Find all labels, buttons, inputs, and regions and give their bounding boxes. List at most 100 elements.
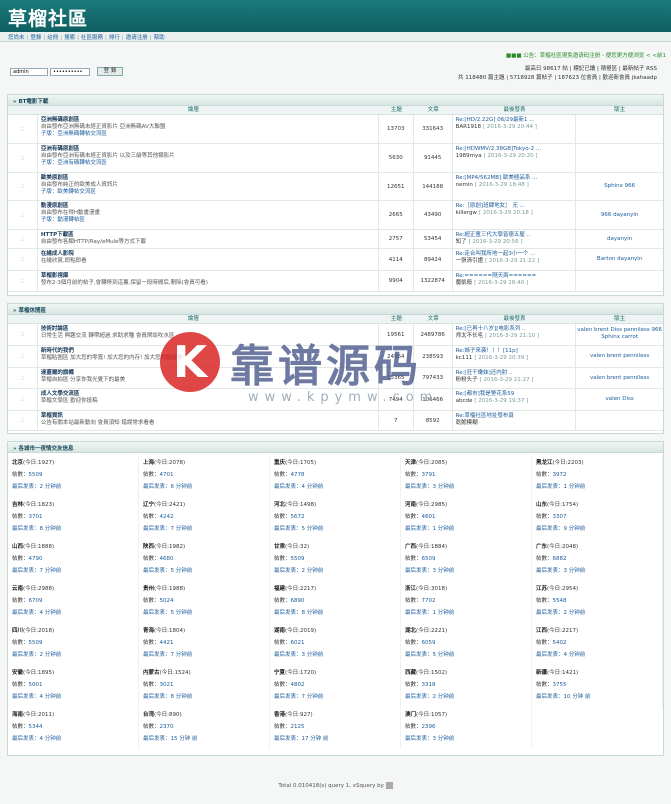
- topics-value[interactable]: 4421: [160, 640, 174, 646]
- last-value[interactable]: 5 分钟前: [171, 568, 193, 574]
- last-value[interactable]: 9 分钟前: [564, 526, 586, 532]
- last-label[interactable]: 最后发表：: [143, 610, 171, 616]
- subforum-link[interactable]: 子版：亞洲無碼轉帖交流區: [41, 131, 375, 138]
- city-name-link[interactable]: 山西: [12, 544, 23, 550]
- last-value[interactable]: 7 分钟前: [302, 694, 324, 700]
- last-label[interactable]: 最后发表：: [143, 568, 171, 574]
- city-name-link[interactable]: 香港: [274, 712, 285, 718]
- city-name-link[interactable]: 上海: [143, 460, 154, 466]
- last-value[interactable]: 4 分钟前: [40, 736, 62, 742]
- moderators[interactable]: 966 dayanyin: [576, 201, 663, 229]
- login-button[interactable]: 登 錄: [97, 67, 123, 76]
- topics-value[interactable]: 3791: [422, 472, 436, 478]
- last-label[interactable]: 最后发表：: [12, 484, 40, 490]
- last-post-link[interactable]: Re:[狂干嫩妹]还内射 ..: [456, 370, 573, 377]
- last-value[interactable]: 15 分钟 前: [171, 736, 198, 742]
- city-name-link[interactable]: 福建: [274, 586, 285, 592]
- last-post-link[interactable]: Re:走合叫我所地一起3小一个 ...: [456, 251, 573, 258]
- nav-item-1[interactable]: 登錄: [30, 35, 41, 41]
- last-label[interactable]: 最后发表：: [536, 610, 564, 616]
- last-post-author[interactable]: killergw: [456, 210, 477, 216]
- last-post-author[interactable]: 乾脆模糊: [456, 420, 478, 426]
- last-label[interactable]: 最后发表：: [405, 736, 433, 742]
- city-name-link[interactable]: 青海: [143, 628, 154, 634]
- city-name-link[interactable]: 河南: [405, 502, 416, 508]
- nav-item-6[interactable]: 邀请注册: [126, 35, 148, 41]
- topics-value[interactable]: 4680: [160, 556, 174, 562]
- last-post-link[interactable]: Re:[已再十八岁][电影系列 ..: [456, 326, 573, 333]
- city-name-link[interactable]: 安徽: [12, 670, 23, 676]
- topics-value[interactable]: 5509: [291, 556, 305, 562]
- last-post-link[interactable]: Re:姊子来袭！！！[11p]: [456, 348, 573, 355]
- topics-value[interactable]: 6021: [291, 640, 305, 646]
- forum-name-link[interactable]: 草榴影視庫: [41, 273, 375, 280]
- last-label[interactable]: 最后发表：: [12, 736, 40, 742]
- last-value[interactable]: 8 分钟前: [40, 526, 62, 532]
- last-label[interactable]: 最后发表：: [536, 694, 564, 700]
- city-name-link[interactable]: 江苏: [536, 586, 547, 592]
- topics-value[interactable]: 4242: [160, 514, 174, 520]
- last-value[interactable]: 10 分钟 前: [564, 694, 591, 700]
- topics-value[interactable]: 6890: [291, 598, 305, 604]
- last-label[interactable]: 最后发表：: [536, 484, 564, 490]
- city-name-link[interactable]: 新疆: [536, 670, 547, 676]
- city-name-link[interactable]: 辽宁: [143, 502, 154, 508]
- city-name-link[interactable]: 宁夏: [274, 670, 285, 676]
- topics-value[interactable]: 4701: [160, 472, 174, 478]
- last-label[interactable]: 最后发表：: [274, 610, 302, 616]
- city-name-link[interactable]: 湖北: [405, 628, 416, 634]
- notice-bar[interactable]: ■■■ 公告：草榴社區現免邀请码注册 - 便您更方便浏览 < <前1: [494, 51, 666, 60]
- last-value[interactable]: 8 分钟前: [171, 694, 193, 700]
- last-label[interactable]: 最后发表：: [12, 694, 40, 700]
- last-label[interactable]: 最后发表：: [12, 568, 40, 574]
- last-post-link[interactable]: Re:[都市]我是警花系59: [456, 391, 573, 398]
- last-post-author[interactable]: 1989mya: [456, 153, 482, 159]
- last-value[interactable]: 4 分钟前: [302, 484, 324, 490]
- city-name-link[interactable]: 河北: [274, 502, 285, 508]
- last-value[interactable]: 4 分钟前: [40, 694, 62, 700]
- last-value[interactable]: 7 分钟前: [171, 526, 193, 532]
- last-post-link[interactable]: Re:[MP4/562MB] 歐美極品系 ...: [456, 175, 573, 182]
- last-value[interactable]: 5 分钟前: [171, 610, 193, 616]
- topics-value[interactable]: 2125: [291, 724, 305, 730]
- topics-value[interactable]: 2370: [160, 724, 174, 730]
- topics-value[interactable]: 3972: [553, 472, 567, 478]
- last-post-author[interactable]: kc111: [456, 355, 473, 361]
- last-label[interactable]: 最后发表：: [536, 568, 564, 574]
- city-name-link[interactable]: 浙江: [405, 586, 416, 592]
- moderators[interactable]: Barton dayanyin: [576, 249, 663, 270]
- city-name-link[interactable]: 台湾: [143, 712, 154, 718]
- last-label[interactable]: 最后发表：: [12, 526, 40, 532]
- last-label[interactable]: 最后发表：: [143, 484, 171, 490]
- last-post-author[interactable]: BAR1918: [456, 124, 481, 130]
- forum-name-link[interactable]: HTTP下載區: [41, 232, 375, 239]
- city-name-link[interactable]: 江西: [536, 628, 547, 634]
- last-value[interactable]: 5 分钟前: [433, 652, 455, 658]
- topics-value[interactable]: 5001: [29, 682, 43, 688]
- city-name-link[interactable]: 内蒙古: [143, 670, 160, 676]
- topics-value[interactable]: 7702: [422, 598, 436, 604]
- topics-value[interactable]: 4601: [422, 514, 436, 520]
- last-value[interactable]: 2 分钟前: [564, 610, 586, 616]
- city-name-link[interactable]: 陕西: [143, 544, 154, 550]
- last-post-link[interactable]: Re:[HDWMV/2.38GB]Tokyo-2 ...: [456, 146, 573, 153]
- last-value[interactable]: 7 分钟前: [171, 652, 193, 658]
- city-name-link[interactable]: 澳门: [405, 712, 416, 718]
- last-value[interactable]: 3 分钟前: [564, 568, 586, 574]
- topics-value[interactable]: 5402: [553, 640, 567, 646]
- city-name-link[interactable]: 重庆: [274, 460, 285, 466]
- last-label[interactable]: 最后发表：: [274, 652, 302, 658]
- city-name-link[interactable]: 西藏: [405, 670, 416, 676]
- last-label[interactable]: 最后发表：: [274, 526, 302, 532]
- password-input[interactable]: [50, 67, 90, 76]
- last-value[interactable]: 7 分钟前: [40, 568, 62, 574]
- topics-value[interactable]: 5548: [553, 598, 567, 604]
- last-post-link[interactable]: Re:草榴社區地址發布頁: [456, 413, 573, 420]
- topics-value[interactable]: 5672: [291, 514, 305, 520]
- city-name-link[interactable]: 湖南: [274, 628, 285, 634]
- last-label[interactable]: 最后发表：: [405, 526, 433, 532]
- moderators[interactable]: valen Diss: [576, 389, 663, 410]
- last-label[interactable]: 最后发表：: [274, 736, 302, 742]
- last-post-author[interactable]: 一張清引證: [456, 258, 484, 264]
- city-name-link[interactable]: 甘肃: [274, 544, 285, 550]
